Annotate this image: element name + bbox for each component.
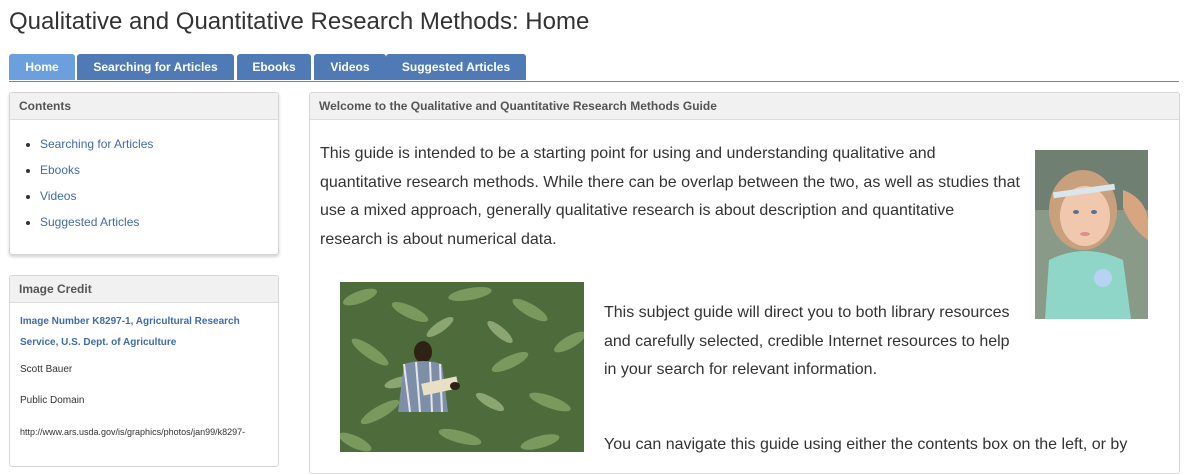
image-credit-url[interactable]: http://www.ars.usda.gov/is/graphics/phot… — [20, 425, 268, 439]
researcher-in-field-photo — [340, 282, 584, 452]
welcome-heading: Welcome to the Qualitative and Quantitat… — [310, 93, 1179, 120]
contents-heading: Contents — [10, 93, 278, 120]
contents-box: Contents Searching for Articles Ebooks V… — [9, 92, 279, 255]
image-credit-body: Image Number K8297-1, Agricultural Resea… — [10, 303, 278, 439]
image-credit-box: Image Credit Image Number K8297-1, Agric… — [9, 275, 279, 467]
tab-ebooks[interactable]: Ebooks — [237, 54, 311, 80]
list-item: Searching for Articles — [40, 134, 278, 160]
subject-guide-paragraph: This subject guide will direct you to bo… — [604, 304, 1010, 378]
list-item: Ebooks — [40, 160, 278, 186]
child-with-measuring-tape-photo — [1035, 150, 1148, 319]
page-title: Qualitative and Quantitative Research Me… — [9, 8, 590, 35]
list-item: Suggested Articles — [40, 212, 278, 238]
navigation-paragraph: You can navigate this guide using either… — [604, 436, 1128, 453]
contents-link-suggested-articles[interactable]: Suggested Articles — [40, 215, 139, 229]
contents-list: Searching for Articles Ebooks Videos Sug… — [10, 120, 278, 238]
contents-link-ebooks[interactable]: Ebooks — [40, 163, 80, 177]
intro-paragraph: This guide is intended to be a starting … — [320, 145, 1020, 248]
tab-searching-for-articles[interactable]: Searching for Articles — [77, 54, 234, 80]
list-item: Videos — [40, 186, 278, 212]
tab-bar: Home Searching for Articles Ebooks Video… — [9, 54, 1179, 82]
image-credit-heading: Image Credit — [10, 276, 278, 303]
tab-suggested-articles[interactable]: Suggested Articles — [386, 54, 526, 80]
image-credit-photographer: Scott Bauer — [20, 364, 73, 375]
image-credit-license: Public Domain — [20, 395, 85, 406]
contents-link-searching-for-articles[interactable]: Searching for Articles — [40, 137, 153, 151]
tab-home[interactable]: Home — [9, 54, 75, 80]
tab-videos[interactable]: Videos — [314, 54, 386, 80]
image-credit-source-link[interactable]: Image Number K8297-1, Agricultural Resea… — [20, 311, 268, 353]
contents-link-videos[interactable]: Videos — [40, 189, 76, 203]
